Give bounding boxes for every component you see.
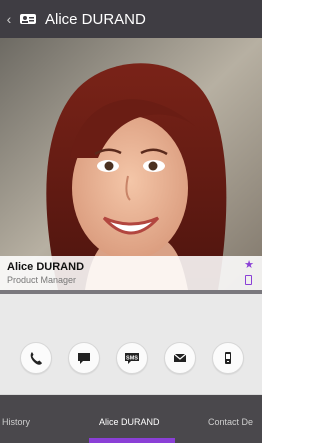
tab-contact[interactable]: Alice DURAND — [99, 417, 160, 427]
call-button[interactable] — [20, 342, 52, 374]
contact-card-icon — [20, 14, 36, 24]
tab-bar: History Alice DURAND Contact De — [0, 395, 262, 443]
contact-photo — [0, 38, 262, 290]
contact-name: Alice DURAND — [7, 261, 85, 273]
chat-bubble-icon — [78, 353, 90, 364]
phone-icon — [30, 352, 42, 365]
sms-icon: SMS — [125, 353, 139, 364]
tab-contact-details[interactable]: Contact De — [208, 417, 253, 427]
sms-label: SMS — [126, 356, 138, 362]
envelope-icon — [173, 353, 187, 362]
contact-info-band: Alice DURAND Product Manager ★ — [0, 256, 262, 290]
app-bar: ‹ Alice DURAND — [0, 0, 262, 38]
message-button[interactable] — [68, 342, 100, 374]
tab-history[interactable]: History — [2, 417, 30, 427]
star-icon[interactable]: ★ — [244, 258, 254, 271]
contact-role: Product Manager — [7, 275, 77, 285]
chevron-left-icon[interactable]: ‹ — [2, 11, 16, 27]
page-title: Alice DURAND — [45, 10, 146, 28]
mobile-icon — [245, 275, 252, 285]
mobile-icon — [225, 352, 231, 364]
sms-button[interactable]: SMS — [116, 342, 148, 374]
mobile-button[interactable] — [212, 342, 244, 374]
email-button[interactable] — [164, 342, 196, 374]
active-tab-indicator — [89, 438, 175, 443]
action-bar: SMS — [0, 294, 262, 395]
